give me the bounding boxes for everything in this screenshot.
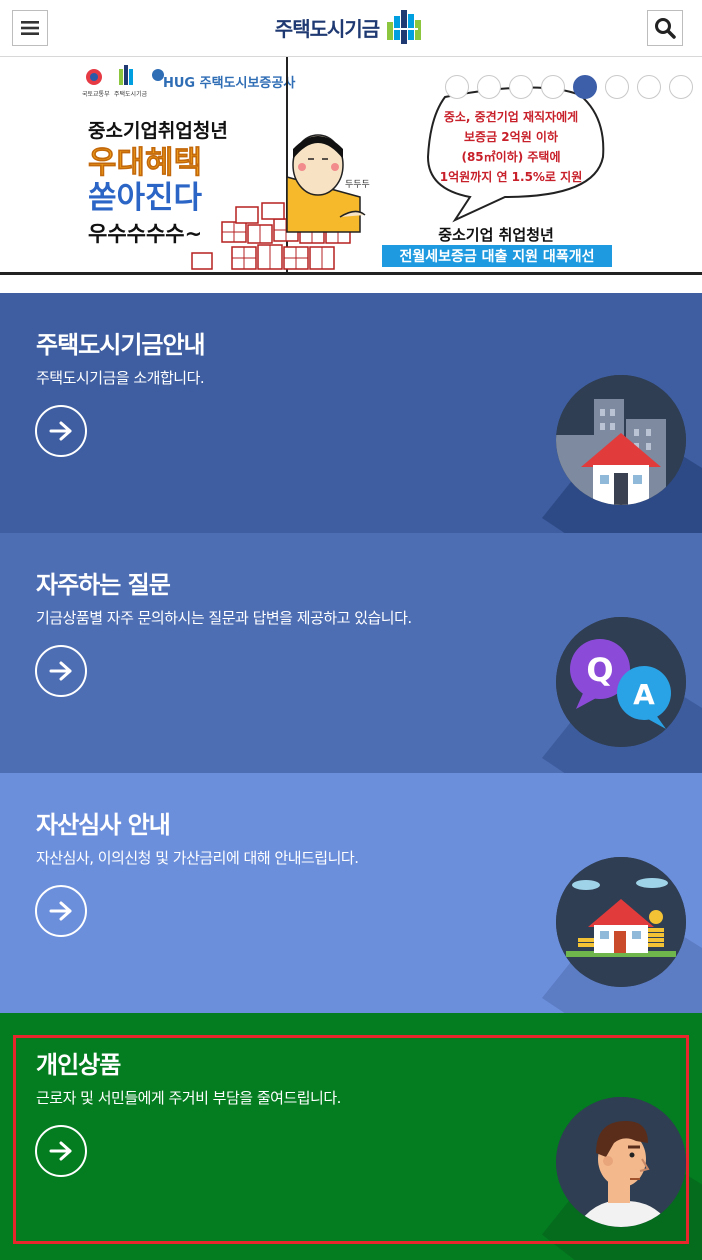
logo-hug: HUG 주택도시보증공사 [163, 75, 295, 91]
section-fund-guide[interactable]: 주택도시기금안내 주택도시기금을 소개합니다. [0, 293, 702, 533]
promo-banner[interactable]: 국토교통부 주택도시기금 HUG 주택도시보증공사 중소기업취업청년 우대혜택 … [0, 57, 702, 275]
banner-character: 두두두 [286, 134, 370, 233]
city-house-icon [556, 375, 686, 505]
section-desc: 기금상품별 자주 문의하시는 질문과 답변을 제공하고 있습니다. [36, 609, 412, 627]
banner-headline-1: 중소기업취업청년 [88, 120, 228, 142]
logo-mark-icon [387, 10, 422, 44]
slide-dot-5-active[interactable] [573, 75, 597, 99]
section-title: 주택도시기금안내 [36, 331, 206, 359]
section-desc: 자산심사, 이의신청 및 가산금리에 대해 안내드립니다. [36, 849, 359, 867]
section-personal-products[interactable]: 개인상품 근로자 및 서민들에게 주거비 부담을 줄여드립니다. [0, 1013, 702, 1260]
arrow-right-icon [49, 901, 72, 921]
go-asset-review-button[interactable] [35, 885, 87, 937]
slide-dot-7[interactable] [637, 75, 661, 99]
site-logo[interactable]: 주택도시기금 [0, 8, 702, 46]
arrow-right-icon [49, 661, 72, 681]
banner-headline-3: 쏟아진다 [88, 180, 203, 216]
svg-text:A: A [633, 678, 655, 711]
section-title: 자산심사 안내 [36, 811, 171, 839]
qa-bubbles-icon: Q A [556, 617, 686, 747]
banner-subtitle: 중소기업 취업청년 [438, 226, 554, 244]
logo-molit: 국토교통부 [82, 91, 110, 98]
selection-highlight [13, 1035, 689, 1244]
search-button[interactable] [647, 10, 683, 46]
section-desc: 주택도시기금을 소개합니다. [36, 369, 205, 387]
bubble-line-4: 1억원까지 연 1.5%로 지원 [440, 169, 583, 184]
svg-text:Q: Q [586, 651, 613, 689]
slide-dot-1[interactable] [445, 75, 469, 99]
bubble-line-3: (85㎡이하) 주택에 [461, 149, 560, 164]
search-icon [655, 18, 676, 39]
section-title: 자주하는 질문 [36, 571, 171, 599]
slide-dot-8[interactable] [669, 75, 693, 99]
bubble-line-1: 중소, 중견기업 재직자에게 [444, 109, 578, 124]
logo-text: 주택도시기금 [274, 16, 380, 41]
slide-dot-4[interactable] [541, 75, 565, 99]
slide-dot-6[interactable] [605, 75, 629, 99]
slide-dot-2[interactable] [477, 75, 501, 99]
top-header: 주택도시기금 [0, 0, 702, 57]
slide-pagination [445, 75, 693, 99]
go-fund-guide-button[interactable] [35, 405, 87, 457]
logo-hf: 주택도시기금 [114, 90, 148, 98]
house-coins-icon [556, 857, 686, 987]
banner-headline-2: 우대혜택 [88, 145, 202, 181]
go-faq-button[interactable] [35, 645, 87, 697]
bubble-line-2: 보증금 2억원 이하 [464, 129, 558, 144]
slide-dot-3[interactable] [509, 75, 533, 99]
banner-subtitle-highlight: 전월세보증금 대출 지원 대폭개선 [400, 248, 595, 265]
banner-headline-4: 우수수수수~ [88, 222, 202, 246]
section-faq[interactable]: 자주하는 질문 기금상품별 자주 문의하시는 질문과 답변을 제공하고 있습니다… [0, 533, 702, 773]
banner-sfx: 두두두 [345, 179, 370, 190]
arrow-right-icon [49, 421, 72, 441]
section-asset-review[interactable]: 자산심사 안내 자산심사, 이의신청 및 가산금리에 대해 안내드립니다. [0, 773, 702, 1013]
